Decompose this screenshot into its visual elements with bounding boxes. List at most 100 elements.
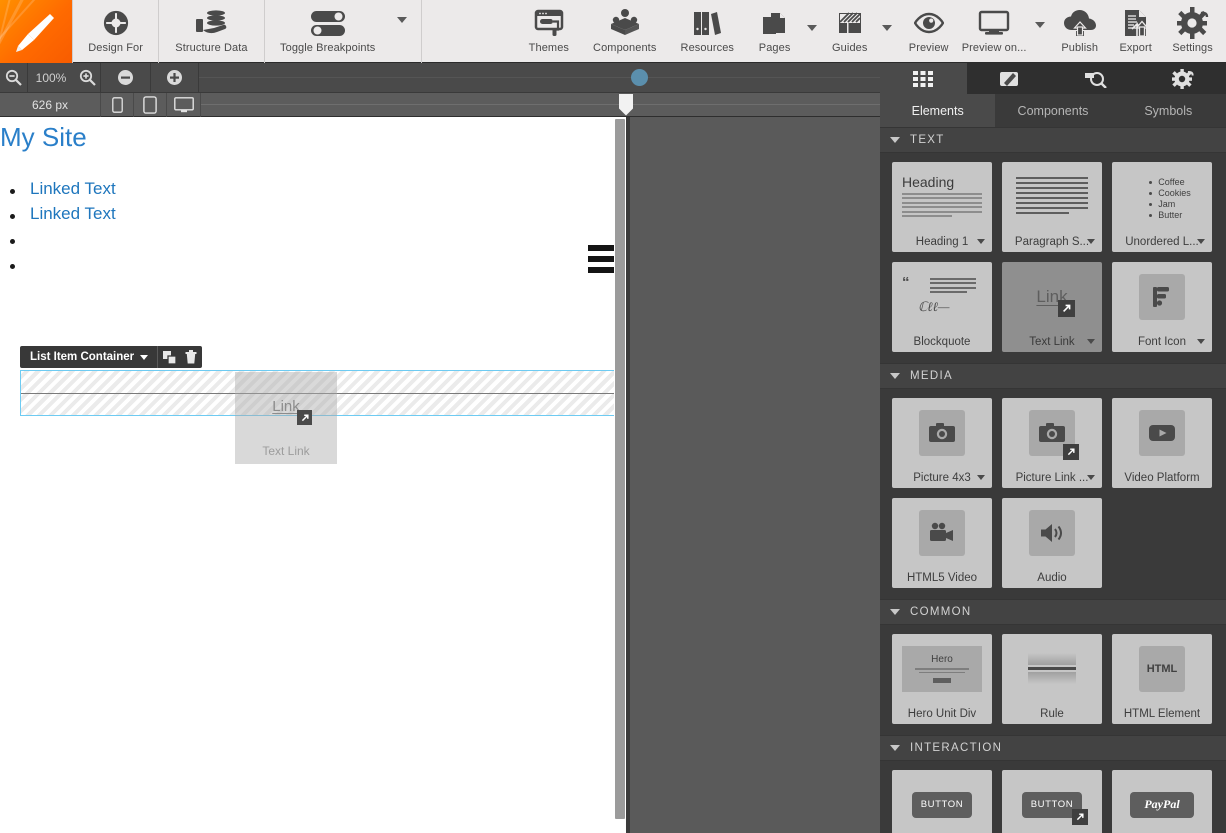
device-desktop-button[interactable] [167, 92, 201, 117]
toolbar-structure-data[interactable]: Structure Data [159, 0, 263, 63]
chevron-down-icon[interactable] [977, 239, 985, 244]
guides-dropdown[interactable] [876, 0, 898, 63]
element-card-video-platform[interactable]: Video Platform [1112, 398, 1212, 488]
element-card-paypal-button[interactable]: PayPal Paypal Button [1112, 770, 1212, 833]
card-label: Paragraph S... [1002, 231, 1102, 252]
panel-content[interactable]: TEXT Heading Heading 1 Paragraph S... Co… [880, 127, 1226, 833]
element-card-unordered-list[interactable]: Coffee Cookies Jam Butter Unordered L... [1112, 162, 1212, 252]
card-label-text: Text Link [1029, 335, 1075, 348]
list-item-link[interactable]: Linked Text [30, 179, 116, 199]
panel-tab-styles[interactable] [966, 63, 1053, 94]
toolbar-resources[interactable]: Resources [666, 0, 748, 63]
panel-tab-inspect[interactable] [1053, 63, 1140, 94]
device-phone-button[interactable] [101, 92, 134, 117]
design-canvas[interactable]: My Site Linked Text Linked Text List Ite… [0, 117, 626, 833]
element-card-heading-1[interactable]: Heading Heading 1 [892, 162, 992, 252]
list-item[interactable]: Linked Text [0, 179, 626, 204]
toolbar-design-for[interactable]: Design For [73, 0, 158, 63]
chevron-down-icon[interactable] [1197, 239, 1205, 244]
element-card-button[interactable]: BUTTON Button [892, 770, 992, 833]
card-label: Unordered L... [1112, 231, 1212, 252]
trash-icon [185, 350, 197, 364]
element-card-html5-video[interactable]: HTML5 Video [892, 498, 992, 588]
toolbar-publish[interactable]: Publish [1051, 0, 1108, 63]
element-card-picture-link[interactable]: Picture Link ... [1002, 398, 1102, 488]
tab-components[interactable]: Components [995, 94, 1111, 127]
toolbar-components[interactable]: Components [583, 0, 666, 63]
paragraph-preview [1002, 173, 1102, 221]
canvas-width-handle[interactable] [619, 93, 633, 116]
zoom-in-button[interactable] [74, 62, 101, 93]
zoom-out-button[interactable] [0, 62, 28, 93]
chevron-down-icon[interactable] [1087, 339, 1095, 344]
toolbar-settings[interactable]: Settings [1163, 0, 1222, 63]
chevron-down-icon[interactable] [1197, 339, 1205, 344]
toolbar-toggle-breakpoints[interactable]: Toggle Breakpoints [265, 0, 391, 63]
element-card-paragraph[interactable]: Paragraph S... [1002, 162, 1102, 252]
section-header-text[interactable]: TEXT [880, 127, 1226, 153]
toolbar-export[interactable]: Export [1108, 0, 1163, 63]
element-card-audio[interactable]: Audio [1002, 498, 1102, 588]
decrease-width-button[interactable] [101, 62, 151, 93]
list-item-link[interactable]: Linked Text [30, 204, 116, 224]
toolbar-themes[interactable]: Themes [515, 0, 583, 63]
increase-width-button[interactable] [151, 62, 199, 93]
slider-thumb[interactable] [631, 68, 648, 86]
panel-tab-settings[interactable] [1139, 63, 1226, 94]
card-artwork: Link [1002, 262, 1102, 331]
canvas-width-value[interactable]: 626 px [0, 92, 101, 117]
picture-link-preview [1029, 409, 1079, 460]
chevron-down-icon[interactable] [1087, 239, 1095, 244]
toggle-breakpoints-dropdown[interactable] [391, 0, 413, 63]
section-header-media[interactable]: MEDIA [880, 363, 1226, 389]
duplicate-button[interactable] [158, 346, 180, 368]
canvas-scrollbar[interactable] [614, 117, 626, 833]
zoom-slider[interactable] [199, 63, 880, 93]
toolbar-pages[interactable]: Pages [748, 0, 801, 63]
chevron-down-icon [890, 745, 900, 751]
card-artwork: Hero [892, 634, 992, 703]
element-card-font-icon[interactable]: Font Icon [1112, 262, 1212, 352]
chevron-down-icon[interactable] [977, 475, 985, 480]
element-card-html-element[interactable]: HTML HTML Element [1112, 634, 1212, 724]
card-artwork: PayPal [1112, 770, 1212, 833]
tab-elements[interactable]: Elements [880, 94, 996, 127]
list-item[interactable] [0, 229, 626, 254]
tab-symbols[interactable]: Symbols [1110, 94, 1226, 127]
panel-tab-elements[interactable] [880, 63, 967, 94]
toolbar-guides[interactable]: Guides [823, 0, 876, 63]
chevron-down-icon[interactable] [1087, 475, 1095, 480]
toolbar-preview[interactable]: Preview [898, 0, 959, 63]
device-tablet-button[interactable] [134, 92, 167, 117]
page-title[interactable]: My Site [0, 122, 87, 153]
section-header-interaction[interactable]: INTERACTION [880, 735, 1226, 761]
cloud-upload-icon [1063, 4, 1097, 42]
element-card-rule[interactable]: Rule [1002, 634, 1102, 724]
preview-on-dropdown[interactable] [1029, 0, 1051, 63]
bullet-icon [10, 189, 15, 194]
list-item[interactable] [0, 254, 626, 300]
camera-icon [929, 422, 955, 442]
drop-target-region[interactable] [20, 370, 626, 416]
canvas-scrollbar-thumb[interactable] [615, 119, 625, 819]
element-card-text-link[interactable]: Link Text Link [1002, 262, 1102, 352]
list-item[interactable]: Linked Text [0, 204, 626, 229]
toolbar-label: Structure Data [175, 42, 248, 54]
toolbar-label: Export [1119, 42, 1152, 54]
section-header-common[interactable]: COMMON [880, 599, 1226, 625]
video-platform-preview [1139, 409, 1185, 456]
chevron-down-icon[interactable] [140, 354, 149, 360]
element-card-hero-unit-div[interactable]: Hero Hero Unit Div [892, 634, 992, 724]
pages-dropdown[interactable] [801, 0, 823, 63]
element-card-blockquote[interactable]: “ ℂℓℓ— Blockquote [892, 262, 992, 352]
card-label-text: Hero Unit Div [907, 707, 977, 720]
components-cube-icon [609, 4, 641, 42]
element-card-button-link[interactable]: BUTTON Button Link [1002, 770, 1102, 833]
html-preview-text: HTML [1146, 662, 1178, 675]
canvas-width-ruler[interactable] [201, 93, 880, 117]
element-card-picture-4x3[interactable]: Picture 4x3 [892, 398, 992, 488]
unordered-list[interactable]: Linked Text Linked Text [0, 179, 626, 300]
toolbar-preview-on[interactable]: Preview on... [959, 0, 1029, 63]
app-logo[interactable] [0, 0, 72, 63]
delete-button[interactable] [180, 346, 202, 368]
